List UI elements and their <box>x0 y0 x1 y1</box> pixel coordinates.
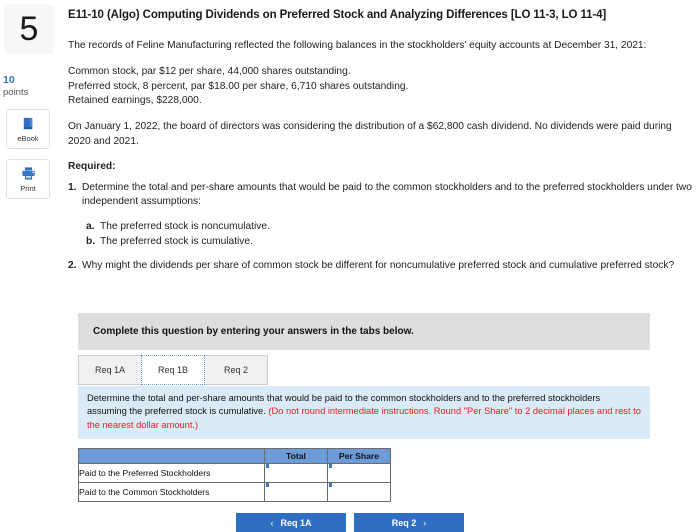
points-block: 10 points <box>3 74 58 99</box>
table-header-corner <box>78 448 265 465</box>
ebook-button[interactable]: eBook <box>6 109 50 149</box>
input-preferred-per-share[interactable] <box>328 464 390 483</box>
tab-req-2[interactable]: Req 2 <box>204 355 268 385</box>
requirement-item-1b: b. The preferred stock is cumulative. <box>86 234 697 249</box>
tab-req-1a[interactable]: Req 1A <box>78 355 142 385</box>
points-value: 10 <box>3 74 15 86</box>
input-common-per-share[interactable] <box>328 483 390 502</box>
cell-preferred-total[interactable] <box>264 463 328 484</box>
row-label-preferred: Paid to the Preferred Stockholders <box>78 463 265 484</box>
scenario-paragraph: On January 1, 2022, the board of directo… <box>68 121 672 147</box>
requirement-2-marker: 2. <box>68 259 77 271</box>
table-row: Paid to the Common Stockholders <box>78 482 391 503</box>
balance-line-preferred: Preferred stock, 8 percent, par $18.00 p… <box>68 80 409 92</box>
table-header-total: Total <box>264 448 328 465</box>
prev-req-label: Req 1A <box>280 517 312 528</box>
table-header-per-share: Per Share <box>327 448 391 465</box>
requirement-1-marker: 1. <box>68 181 77 193</box>
balance-line-retained: Retained earnings, $228,000. <box>68 95 202 107</box>
input-common-total[interactable] <box>265 483 327 502</box>
balance-line-common: Common stock, par $12 per share, 44,000 … <box>68 65 351 77</box>
requirement-1-text: Determine the total and per-share amount… <box>82 181 692 208</box>
requirement-item-2: 2. Why might the dividends per share of … <box>68 259 697 274</box>
required-heading: Required: <box>68 160 116 172</box>
intro-paragraph: The records of Feline Manufacturing refl… <box>68 39 647 51</box>
requirement-item-1: 1. Determine the total and per-share amo… <box>68 181 697 250</box>
answer-table-head: Total Per Share <box>78 448 391 465</box>
requirements-list: 1. Determine the total and per-share amo… <box>68 181 697 274</box>
cell-preferred-per-share[interactable] <box>327 463 391 484</box>
input-preferred-total[interactable] <box>265 464 327 483</box>
chevron-left-icon: ‹ <box>270 517 274 528</box>
ebook-label: eBook <box>17 133 39 143</box>
printer-icon <box>21 166 36 181</box>
tab-req-1b[interactable]: Req 1B <box>141 355 205 385</box>
cell-common-total[interactable] <box>264 482 328 503</box>
balances-block: Common stock, par $12 per share, 44,000 … <box>68 65 697 109</box>
widget-banner: Complete this question by entering your … <box>78 313 650 350</box>
points-label: points <box>3 87 29 99</box>
print-label: Print <box>20 183 36 193</box>
requirement-2-text: Why might the dividends per share of com… <box>82 259 675 271</box>
question-number: 5 <box>19 10 39 48</box>
requirement-1a-marker: a. <box>86 221 95 233</box>
next-req-label: Req 2 <box>391 517 417 528</box>
table-row: Paid to the Preferred Stockholders <box>78 463 391 484</box>
question-number-box: 5 <box>4 4 54 54</box>
question-left-rail: 5 10 points eBook Print <box>0 0 58 529</box>
tab-strip: Req 1A Req 1B Req 2 <box>78 355 650 385</box>
requirement-1-sublist: a. The preferred stock is noncumulative.… <box>82 219 697 250</box>
requirement-1a-text: The preferred stock is noncumulative. <box>100 221 270 233</box>
table-header-row: Total Per Share <box>78 448 391 465</box>
next-req-button[interactable]: Req 2 › <box>354 513 464 532</box>
answer-table: Total Per Share Paid to the Preferred St… <box>78 448 391 503</box>
requirement-1b-text: The preferred stock is cumulative. <box>100 236 253 248</box>
cell-common-per-share[interactable] <box>327 482 391 503</box>
instruction-box: Determine the total and per-share amount… <box>78 385 650 440</box>
chevron-right-icon: › <box>423 517 427 528</box>
page-title: E11-10 (Algo) Computing Dividends on Pre… <box>68 9 607 21</box>
print-button[interactable]: Print <box>6 159 50 199</box>
book-icon <box>21 116 36 131</box>
prev-req-button[interactable]: ‹ Req 1A <box>236 513 346 532</box>
answer-widget: Complete this question by entering your … <box>78 313 650 532</box>
row-label-common: Paid to the Common Stockholders <box>78 482 265 503</box>
requirement-1b-marker: b. <box>86 236 96 248</box>
requirement-item-1a: a. The preferred stock is noncumulative. <box>86 219 697 234</box>
navigation-row: ‹ Req 1A Req 2 › <box>78 513 650 532</box>
answer-table-body: Paid to the Preferred Stockholders Paid … <box>78 463 391 503</box>
